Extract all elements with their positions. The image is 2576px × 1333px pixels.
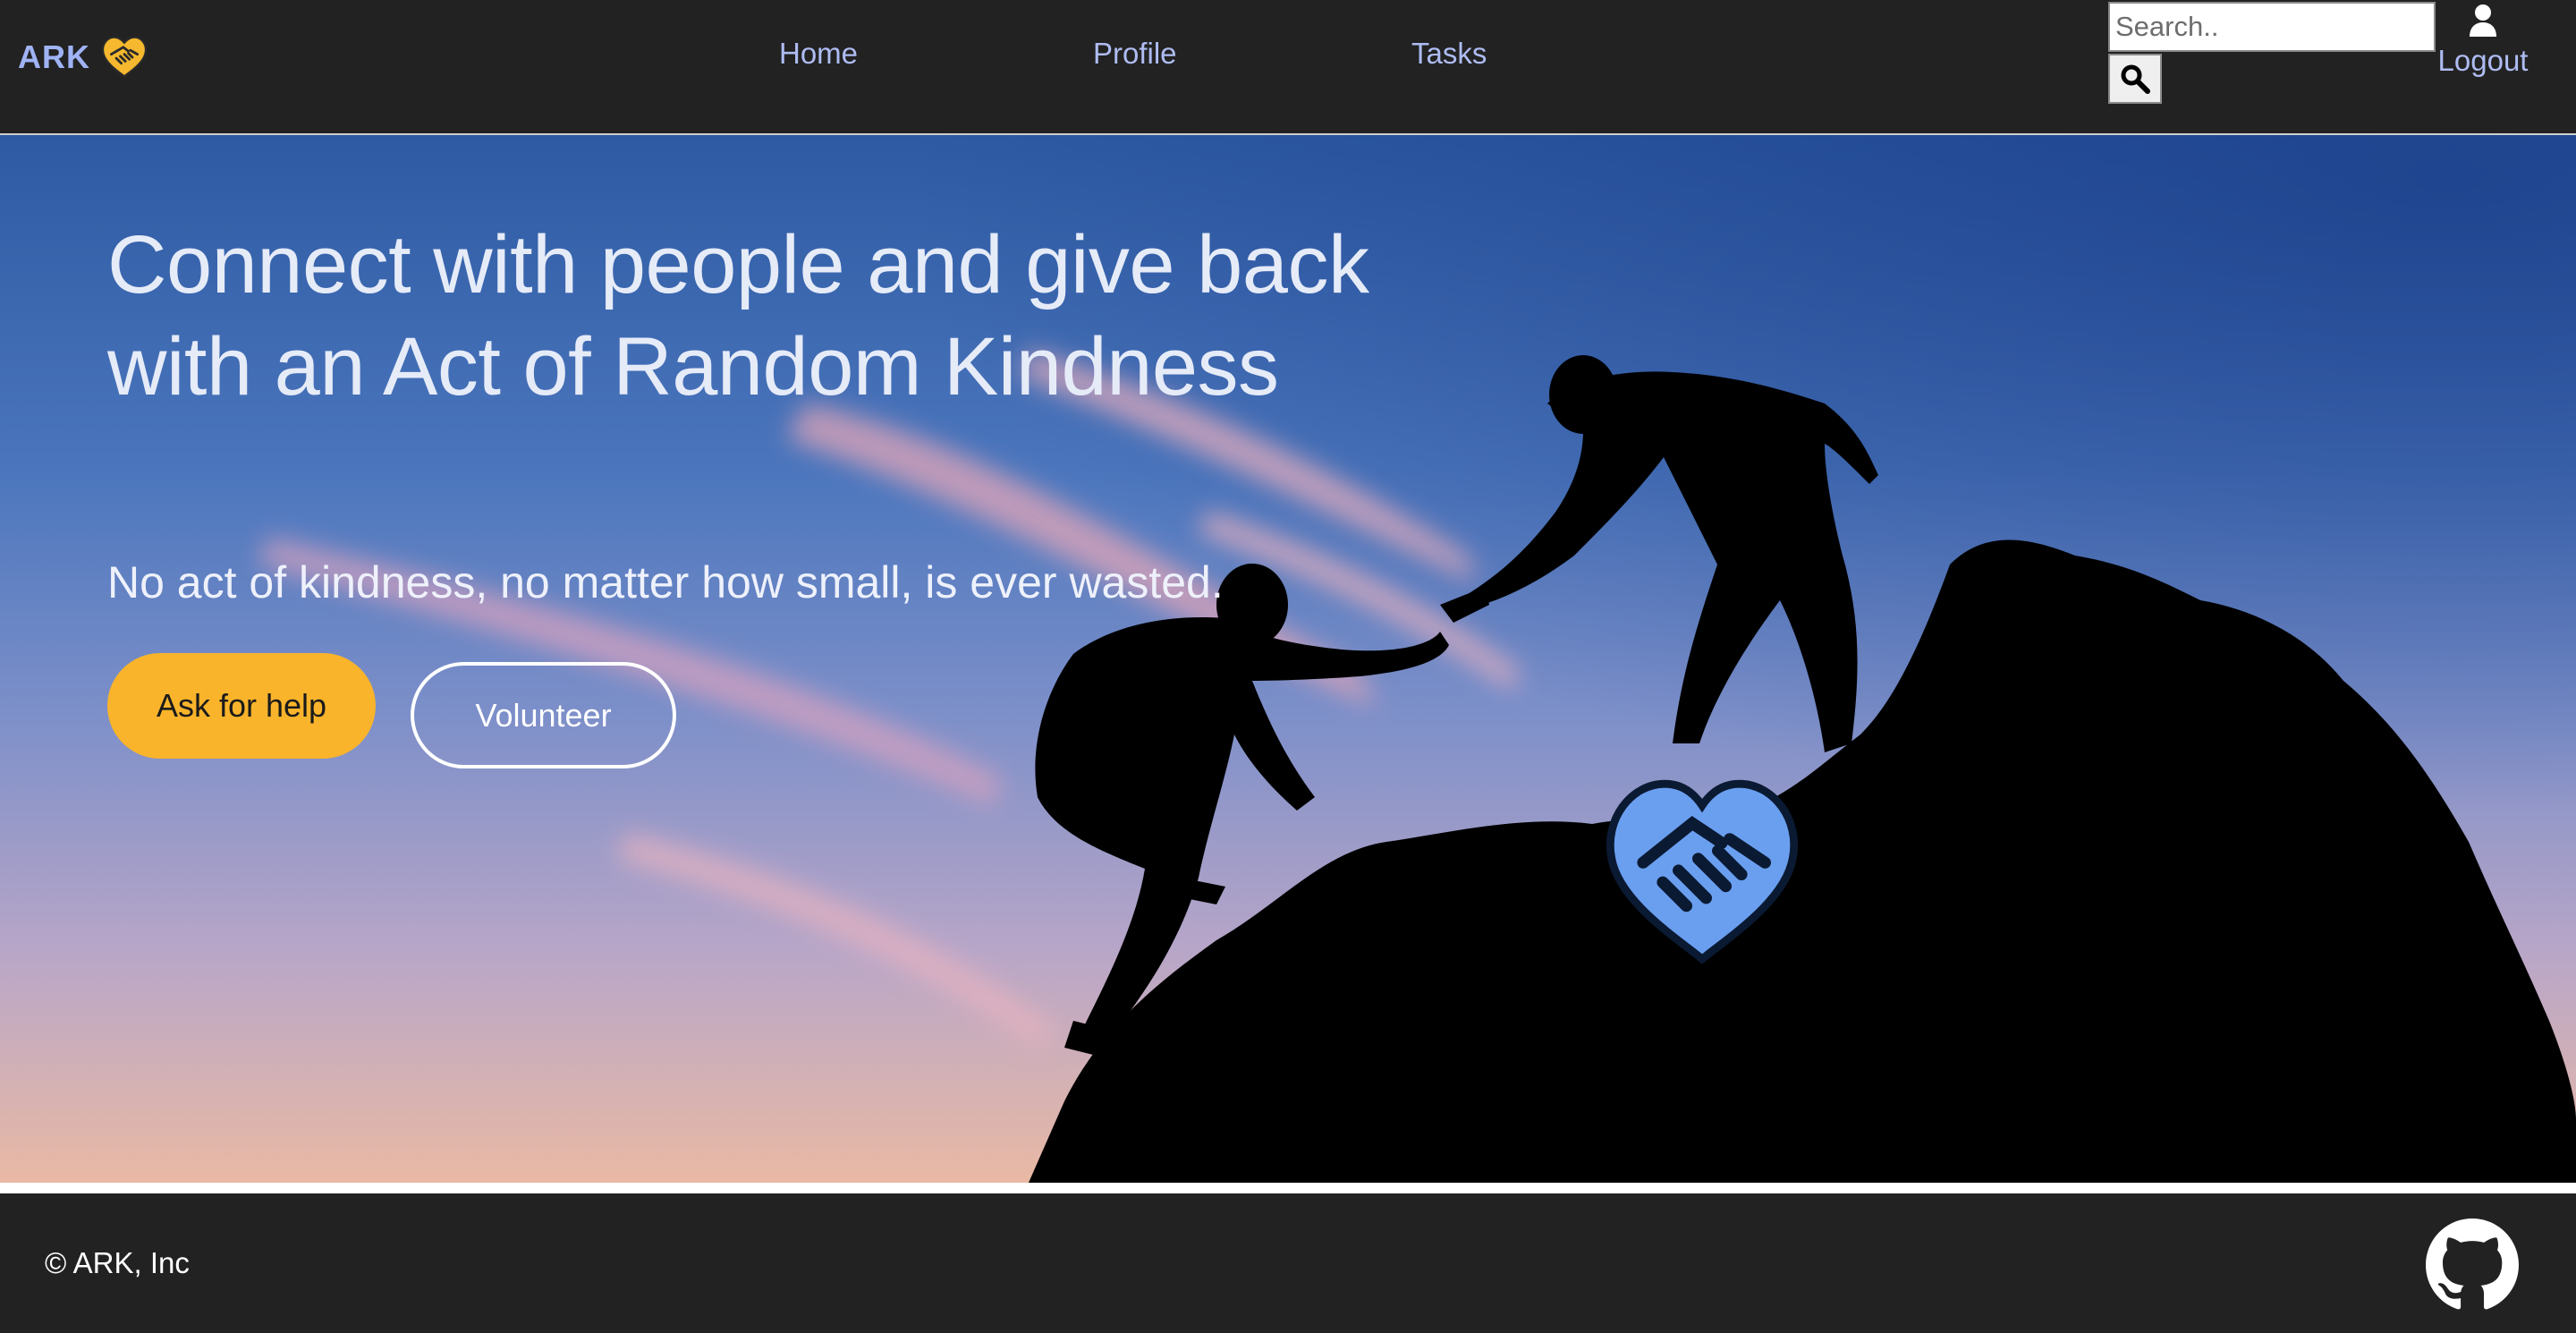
search-input[interactable] — [2108, 2, 2436, 52]
hero-title: Connect with people and give back with a… — [107, 219, 1369, 412]
copyright-text: © ARK, Inc — [45, 1246, 190, 1279]
footer: © ARK, Inc — [0, 1193, 2576, 1333]
brand-name: ARK — [18, 38, 90, 75]
ask-for-help-button[interactable]: Ask for help — [107, 653, 376, 759]
logout-label: Logout — [2437, 44, 2529, 77]
nav-link-tasks[interactable]: Tasks — [1411, 34, 1487, 73]
handshake-heart-icon — [1606, 779, 1798, 964]
handshake-heart-icon — [101, 36, 148, 78]
nav-link-profile[interactable]: Profile — [1093, 34, 1177, 73]
nav-link-home[interactable]: Home — [779, 34, 858, 73]
github-icon — [2426, 1218, 2519, 1310]
user-icon — [2470, 4, 2496, 37]
navbar: ARK Home Profile Tasks Logout — [0, 0, 2576, 135]
hero-subtitle: No act of kindness, no matter how small,… — [107, 557, 1224, 607]
search-icon — [2121, 64, 2150, 94]
brand-link[interactable]: ARK — [18, 32, 149, 82]
volunteer-button[interactable]: Volunteer — [411, 662, 676, 768]
logout-link[interactable]: Logout — [2433, 2, 2533, 88]
github-link[interactable] — [2426, 1218, 2519, 1312]
search-button[interactable] — [2108, 54, 2162, 104]
hero-section: Connect with people and give back with a… — [0, 135, 2576, 1183]
